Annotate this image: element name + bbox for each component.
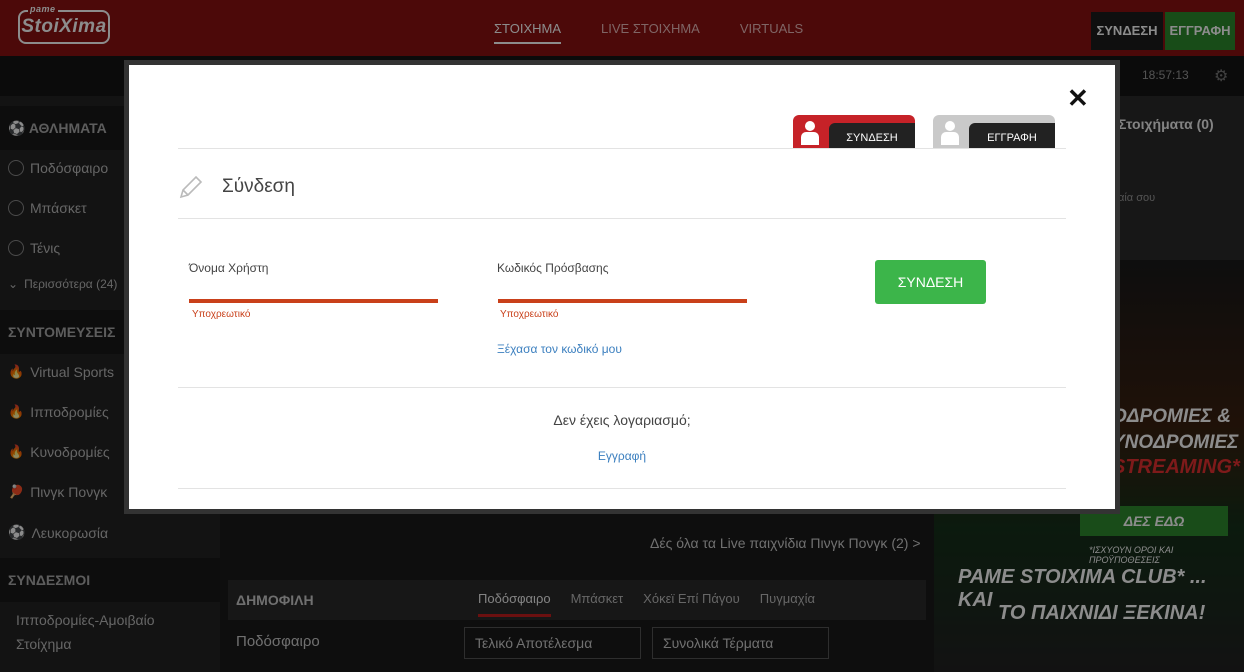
login-modal: ✕ ΣΥΝΔΕΣΗ ΕΓΓΡΑΦΗ Σύνδεση Όνομα Χρήστη Υ…: [124, 60, 1120, 514]
register-link[interactable]: Εγγραφή: [129, 449, 1115, 463]
forgot-password-link[interactable]: Ξέχασα τον κωδικό μου: [497, 342, 622, 356]
tab-login[interactable]: ΣΥΝΔΕΣΗ: [793, 115, 915, 149]
username-input[interactable]: [189, 273, 438, 303]
password-input[interactable]: [498, 273, 747, 303]
divider: [178, 148, 1066, 149]
divider: [178, 488, 1066, 489]
person-icon: [801, 121, 819, 145]
divider: [178, 218, 1066, 219]
password-required: Υποχρεωτικό: [500, 309, 559, 320]
close-icon[interactable]: ✕: [1067, 85, 1089, 111]
pencil-icon: [179, 175, 203, 199]
person-icon: [941, 121, 959, 145]
modal-title: Σύνδεση: [222, 176, 295, 197]
no-account-text: Δεν έχεις λογαριασμό;: [553, 412, 691, 428]
login-submit-button[interactable]: ΣΥΝΔΕΣΗ: [875, 260, 986, 304]
username-required: Υποχρεωτικό: [192, 309, 251, 320]
tab-register-label: ΕΓΓΡΑΦΗ: [969, 123, 1055, 149]
tab-login-label: ΣΥΝΔΕΣΗ: [829, 123, 915, 149]
divider: [178, 387, 1066, 388]
tab-register[interactable]: ΕΓΓΡΑΦΗ: [933, 115, 1055, 149]
